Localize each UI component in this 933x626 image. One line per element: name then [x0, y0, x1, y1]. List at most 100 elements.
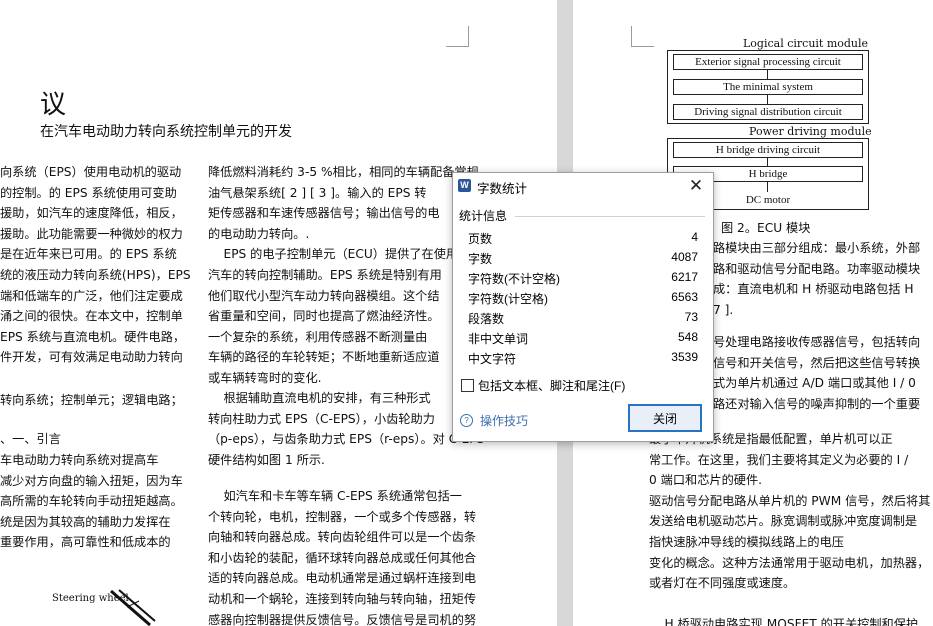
text-line: 汽车的转向控制辅助。EPS 系统是特别有用	[208, 267, 442, 282]
text-line: 或者灯在不同强度或速度。	[649, 576, 796, 591]
tips-link[interactable]: 操作技巧	[480, 412, 528, 429]
stat-value: 6563	[671, 290, 698, 304]
text-line: 是在近年来已可用。的 EPS 系统	[0, 247, 177, 262]
crop-mark	[631, 26, 654, 47]
crop-mark	[446, 26, 469, 47]
text-line: 高所需的车轮转向手动扭矩越高。	[0, 494, 183, 509]
stat-value: 4	[691, 230, 698, 244]
text-line: 统是因为其较高的辅助力发挥在	[0, 514, 171, 529]
text-line: 根据辅助直流电机的安排，有三种形式	[208, 391, 431, 405]
stat-row-chars-no-spaces: 字符数(不计空格) 6217	[468, 268, 698, 288]
stat-row-words: 字数 4087	[468, 248, 698, 268]
text-line	[649, 594, 930, 615]
text-line: 的控制。的 EPS 系统使用可变助	[0, 185, 177, 200]
stat-row-non-chinese-words: 非中文单词 548	[468, 328, 698, 348]
text-line: 路和驱动信号分配电路。功率驱动模块	[713, 261, 921, 276]
stat-label: 页数	[468, 232, 493, 246]
text-line: 个转向轮，电机，控制器，一个或多个传感器，转	[208, 509, 477, 524]
stat-value: 3539	[671, 350, 698, 364]
stat-row-chars-with-spaces: 字符数(计空格) 6563	[468, 288, 698, 308]
text-line: 一个复杂的系统，利用传感器不断测量由	[208, 329, 428, 344]
right-paragraph-3: 最小单片机系统是指最低配置，单片机可以正 常工作。在这里，我们主要将其定义为必要…	[649, 429, 930, 626]
text-line: 降低燃料消耗约 3-5 %相比，相同的车辆配备常规	[208, 165, 479, 179]
keywords-line: 转向系统；控制单元；逻辑电路；	[0, 393, 183, 407]
text-line: 援助，如汽车的速度降低，相反，	[0, 206, 183, 221]
text-line: 省重量和空间，同时也提高了燃油经济性。	[208, 309, 440, 324]
stat-label: 字数	[468, 252, 493, 266]
column-1-paragraph-2: 车电动助力转向系统对提高车 减少对方向盘的输入扭矩，因为车 高所需的车轮转向手动…	[0, 450, 183, 553]
text-line: 矩传感器和车速传感器信号；输出信号的电	[208, 206, 440, 221]
text-line: 成：直流电机和 H 桥驱动电路包括 H	[713, 282, 914, 297]
box-driving-signal: Driving signal distribution circuit	[673, 104, 863, 120]
stat-value: 548	[677, 330, 698, 344]
include-textboxes-label[interactable]: 包括文本框、脚注和尾注(F)	[478, 377, 625, 394]
text-line: EPS 系统与直流电机。硬件电路，	[0, 329, 186, 344]
text-line: 动机和一个蜗轮，连接到转向轴与转向轴，扭矩传	[208, 591, 477, 606]
text-line: 式为单片机通过 A/D 端口或其他 I / 0	[713, 376, 916, 391]
box-exterior-signal: Exterior signal processing circuit	[673, 54, 863, 70]
right-paragraph-2: 号处理电路接收传感器信号，包括转向 信号和开关信号，然后把这些信号转换 式为单片…	[713, 332, 920, 414]
text-line: 涌之间的很快。在本文中，控制单	[0, 309, 183, 324]
text-line: （p-eps），与齿条助力式 EPS（r-eps）。对 C-EPS	[208, 432, 485, 447]
text-line: 向系统（EPS）使用电动机的驱动	[0, 165, 182, 179]
column-2-paragraph-3: 如汽车和卡车等车辆 C-EPS 系统通常包括一 个转向轮，电机，控制器，一个或多…	[208, 486, 476, 626]
text-line: 车电动助力转向系统对提高车	[0, 453, 159, 467]
text-line: 援助。此功能需要一种微妙的权力	[0, 226, 183, 241]
text-line: EPS 的电子控制单元（ECU）提供了在使用	[208, 247, 459, 262]
stat-value: 4087	[671, 250, 698, 264]
box-minimal-system: The minimal system	[673, 79, 863, 95]
section-heading: 、一、引言	[0, 432, 61, 446]
text-line: 发送给电机驱动芯片。脉宽调制或脉冲宽度调制是	[649, 514, 918, 529]
diagram-arrow	[767, 157, 768, 166]
column-2-paragraph: 降低燃料消耗约 3-5 %相比，相同的车辆配备常规 油气悬架系统[ 2 ] [ …	[208, 162, 479, 389]
close-button[interactable]: 关闭	[628, 404, 702, 432]
text-line: 重要作用，高可靠性和低成本的	[0, 535, 171, 550]
text-line: 和小齿轮的装配，循环球转向器总成或任何其他合	[208, 550, 477, 565]
stat-label: 字符数(计空格)	[468, 292, 548, 306]
text-line: 统的液压动力转向系统(HPS)，EPS	[0, 267, 191, 282]
diagram-arrow	[767, 94, 768, 104]
text-line: 的电动助力转向。.	[208, 226, 310, 241]
text-line: 信号和开关信号，然后把这些信号转换	[713, 355, 921, 370]
text-line: 油气悬架系统[ 2 ] [ 3 ]。输入的 EPS 转	[208, 185, 427, 200]
text-line: 号处理电路接收传感器信号，包括转向	[713, 335, 921, 349]
stat-label: 非中文单词	[468, 332, 529, 346]
paper-subtitle: 在汽车电动助力转向系统控制单元的开发	[40, 124, 292, 140]
column-2-paragraph-2: 根据辅助直流电机的安排，有三种形式 转向柱助力式 EPS（C-EPS），小齿轮助…	[208, 388, 484, 470]
stat-row-paragraphs: 段落数 73	[468, 308, 698, 328]
stat-label: 字符数(不计空格)	[468, 272, 560, 286]
include-textboxes-checkbox[interactable]	[461, 379, 474, 392]
right-paragraph-1: 路模块由三部分组成：最小系统，外部 路和驱动信号分配电路。功率驱动模块 成：直流…	[713, 238, 920, 320]
stat-label: 中文字符	[468, 352, 517, 366]
stat-value: 73	[684, 310, 698, 324]
diagram-arrow	[767, 181, 768, 192]
box-h-bridge-driving: H bridge driving circuit	[673, 142, 863, 158]
text-line: 向轴和转向器总成。转向齿轮组件可以是一个齿条	[208, 530, 477, 545]
text-line: 路模块由三部分组成：最小系统，外部	[713, 241, 921, 255]
text-line: 如汽车和卡车等车辆 C-EPS 系统通常包括一	[208, 489, 462, 503]
diagram-arrow	[767, 69, 768, 79]
text-line: 指快速脉冲导线的模拟线路上的电压	[649, 534, 844, 549]
steering-wheel-figure	[110, 589, 156, 626]
stat-row-chinese-chars: 中文字符 3539	[468, 348, 698, 368]
stat-row-pages: 页数 4	[468, 228, 698, 248]
page-heading: 议	[40, 90, 67, 120]
text-line: 件开发，可有效满足电动助力转向	[0, 350, 183, 365]
help-icon[interactable]: ?	[460, 414, 473, 427]
statistics-section-label: 统计信息	[459, 209, 508, 223]
text-line: 7 ].	[713, 302, 734, 317]
close-icon[interactable]: ✕	[685, 176, 707, 196]
text-line: 路还对输入信号的噪声抑制的一个重要	[713, 396, 921, 411]
text-line: 他们取代小型汽车动力转向器模组。这个结	[208, 288, 440, 303]
column-1-paragraph: 向系统（EPS）使用电动机的驱动 的控制。的 EPS 系统使用可变助 援助，如汽…	[0, 162, 191, 368]
dialog-title: 字数统计	[477, 182, 528, 196]
app-logo-icon: W	[458, 179, 471, 192]
text-line: 常工作。在这里，我们主要将其定义为必要的 I /	[649, 452, 909, 467]
word-count-dialog[interactable]: W 字数统计 ✕ 统计信息 页数 4 字数 4087 字符数(不计空格) 621…	[452, 172, 714, 442]
section-divider	[515, 216, 705, 217]
text-line: 感器向控制器提供反馈信号。反馈信号是司机的努	[208, 612, 477, 626]
text-line: 端和低端车的广泛，他们注定要成	[0, 288, 183, 303]
text-line: 转向柱助力式 EPS（C-EPS），小齿轮助力	[208, 411, 435, 426]
text-line: H 桥驱动电路实现 MOSFET 的开关控制和保护	[649, 617, 919, 626]
text-line: 减少对方向盘的输入扭矩，因为车	[0, 473, 183, 488]
